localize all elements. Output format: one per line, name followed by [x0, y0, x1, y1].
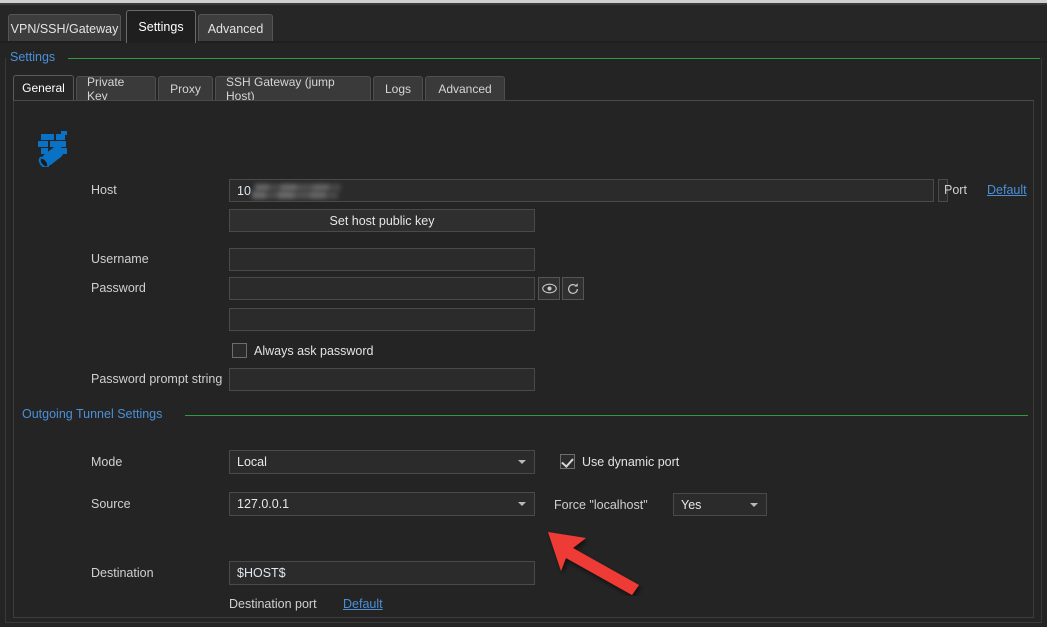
password-prompt-string-label: Password prompt string [91, 372, 223, 386]
refresh-icon [568, 282, 578, 294]
password-input[interactable] [229, 277, 535, 300]
host-input[interactable]: 10 [229, 179, 934, 202]
destination-port-default-link[interactable]: Default [343, 597, 383, 611]
tab-ssh-gateway-label: SSH Gateway (jump Host) [226, 74, 335, 103]
host-label: Host [91, 183, 117, 197]
tab-advanced-inner-label: Advanced [438, 81, 492, 96]
force-localhost-label: Force "localhost" [554, 498, 648, 512]
tab-logs-label: Logs [384, 81, 412, 96]
mode-dropdown[interactable]: Local [229, 450, 535, 474]
general-tab-panel [13, 100, 1034, 618]
password-label: Password [91, 281, 146, 295]
tab-vpn-ssh-gateway-label: VPN/SSH/Gateway [10, 22, 119, 36]
tab-general-label: General [22, 81, 65, 95]
port-default-link[interactable]: Default [987, 183, 1027, 197]
eye-icon [541, 283, 557, 294]
generate-password-button[interactable] [562, 277, 584, 300]
force-localhost-value: Yes [681, 497, 702, 512]
inner-tab-separator [13, 100, 1034, 101]
set-host-public-key-label: Set host public key [329, 213, 435, 228]
tab-advanced-outer[interactable]: Advanced [198, 14, 273, 43]
set-host-public-key-button[interactable]: Set host public key [229, 209, 535, 232]
source-value: 127.0.0.1 [237, 497, 290, 511]
tab-ssh-gateway[interactable]: SSH Gateway (jump Host) [215, 74, 371, 103]
tab-proxy-label: Proxy [170, 81, 201, 96]
destination-input[interactable]: $HOST$ [229, 561, 535, 585]
password-prompt-string-input[interactable] [229, 368, 535, 391]
tab-logs[interactable]: Logs [373, 76, 423, 100]
host-input-value: 10 [237, 183, 251, 198]
tab-vpn-ssh-gateway[interactable]: VPN/SSH/Gateway [8, 14, 121, 43]
use-dynamic-port-label: Use dynamic port [582, 455, 680, 469]
always-ask-password-label: Always ask password [254, 344, 374, 358]
tab-private-key-label: Private Key [87, 74, 125, 103]
host-value-redaction-upper [255, 184, 341, 191]
source-label: Source [91, 497, 131, 511]
mode-value: Local [237, 455, 267, 469]
port-label: Port [944, 183, 967, 197]
username-label: Username [91, 252, 149, 266]
settings-panel: Settings General Private Key Proxy SSH G… [0, 43, 1047, 627]
destination-port-label: Destination port [229, 597, 317, 611]
password-confirm-input[interactable] [229, 308, 535, 331]
chevron-down-icon [750, 502, 758, 507]
username-input[interactable] [229, 248, 535, 271]
destination-value: $HOST$ [237, 566, 286, 580]
tab-settings[interactable]: Settings [126, 10, 196, 43]
eye-icon-button[interactable] [538, 277, 560, 300]
outgoing-tunnel-title: Outgoing Tunnel Settings [22, 407, 163, 421]
tab-general[interactable]: General [13, 75, 74, 100]
tab-settings-label: Settings [138, 20, 184, 34]
chevron-down-icon [518, 502, 526, 506]
use-dynamic-port-checkbox[interactable] [560, 454, 575, 469]
source-dropdown[interactable]: 127.0.0.1 [229, 492, 535, 516]
always-ask-password-checkbox[interactable] [232, 343, 247, 358]
tab-proxy[interactable]: Proxy [158, 76, 213, 100]
host-value-redaction-lower [252, 191, 338, 199]
firewall-tunnel-icon [35, 131, 79, 169]
outer-tab-bar: VPN/SSH/Gateway Settings Advanced [0, 5, 1047, 43]
force-localhost-dropdown[interactable]: Yes [673, 493, 767, 516]
mode-label: Mode [91, 455, 123, 469]
outgoing-tunnel-rule [185, 415, 1028, 416]
chevron-down-icon [518, 460, 526, 464]
tab-private-key[interactable]: Private Key [76, 74, 156, 103]
destination-label: Destination [91, 566, 154, 580]
tab-advanced-outer-label: Advanced [207, 22, 264, 36]
tab-advanced-inner[interactable]: Advanced [425, 76, 505, 100]
